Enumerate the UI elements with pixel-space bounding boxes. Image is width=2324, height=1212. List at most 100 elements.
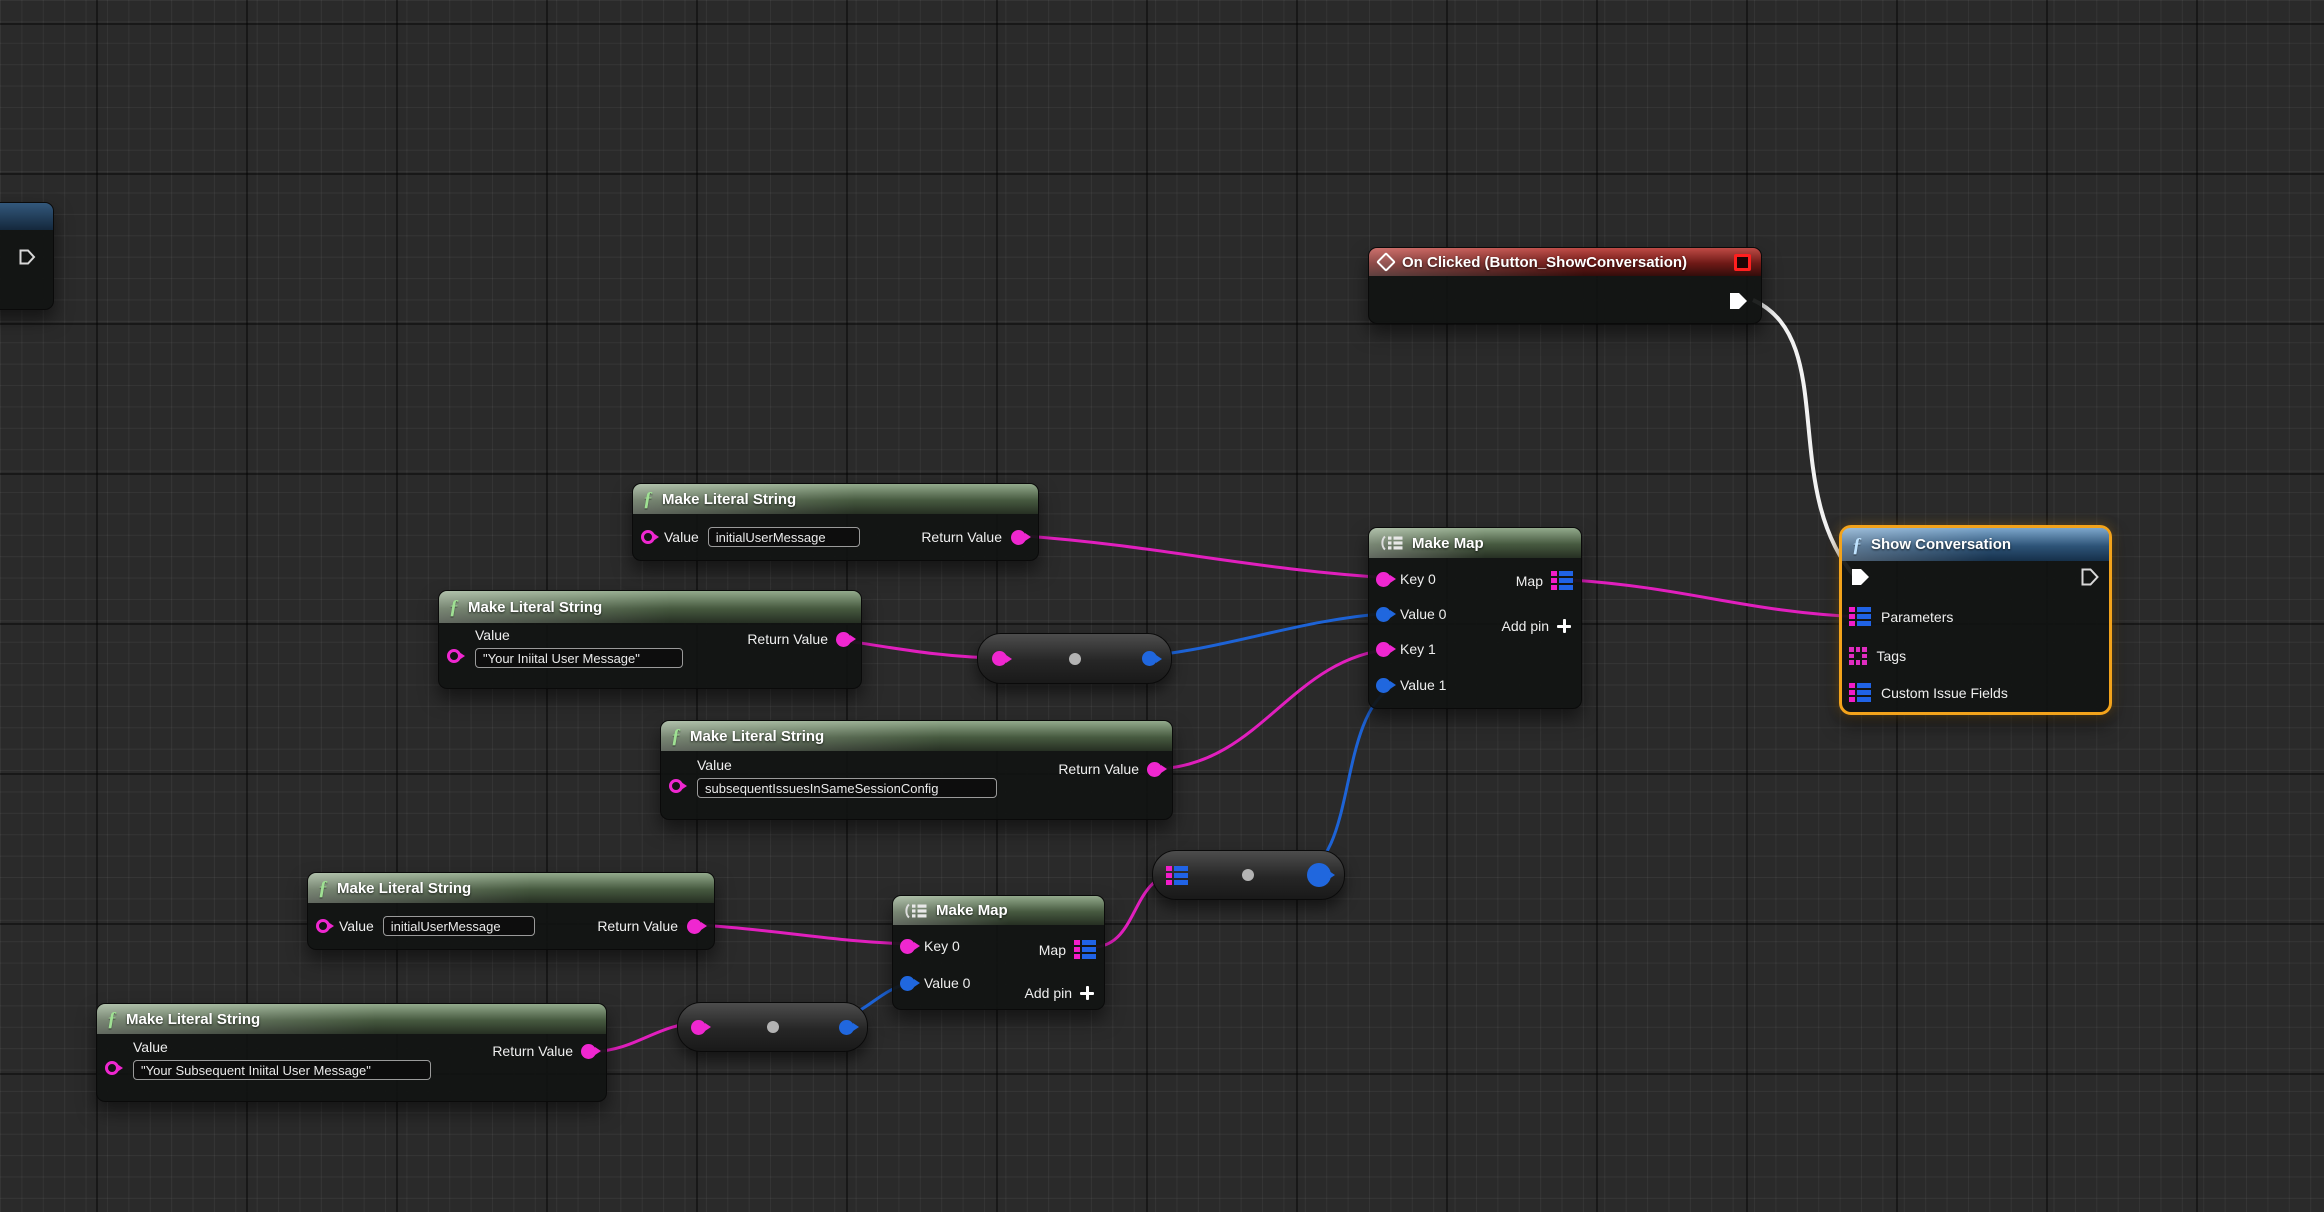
function-icon <box>671 726 681 746</box>
wire-string-mls4-to-map2-key0[interactable] <box>700 925 912 944</box>
node-make-map-2[interactable]: Make Map Key 0 Value 0 Map Add pin <box>892 895 1105 1010</box>
make-map-icon <box>903 903 927 919</box>
node-make-literal-string-5[interactable]: Make Literal String Value Return Value <box>96 1003 607 1102</box>
value-input[interactable] <box>383 916 535 936</box>
value-input-pin[interactable] <box>641 530 655 544</box>
node-title: Make Map <box>936 902 1008 919</box>
wire-object-conversion2-to-map1-value1[interactable] <box>1298 687 1392 874</box>
node-header[interactable]: Make Map <box>1369 528 1581 558</box>
custom-issue-fields-map-pin[interactable] <box>1849 683 1871 702</box>
value-input-pin[interactable] <box>447 649 461 663</box>
value-pin-label: Value <box>664 529 699 545</box>
tags-label: Tags <box>1877 648 1907 664</box>
node-make-map-1[interactable]: Make Map Key 0 Value 0 Key 1 Value 1 Map… <box>1368 527 1582 709</box>
key0-pin[interactable] <box>1376 572 1391 587</box>
node-make-literal-string-3[interactable]: Make Literal String Value Return Value <box>660 720 1173 820</box>
add-pin-button[interactable]: Add pin <box>1502 618 1571 634</box>
node-header[interactable]: Make Literal String <box>661 721 1172 751</box>
conversion-map-input-pin[interactable] <box>1166 866 1188 885</box>
make-map-icon <box>1379 535 1403 551</box>
add-pin-button[interactable]: Add pin <box>1025 985 1094 1001</box>
function-icon <box>318 878 328 898</box>
map-output-label: Map <box>1039 942 1066 958</box>
return-value-pin[interactable] <box>1147 762 1162 777</box>
exec-output-pin[interactable] <box>1728 291 1749 311</box>
node-header[interactable]: Make Literal String <box>308 873 714 903</box>
value1-pin[interactable] <box>1376 678 1391 693</box>
plus-icon <box>1557 619 1571 633</box>
conversion-output-pin[interactable] <box>839 1020 854 1035</box>
value-input-pin[interactable] <box>316 919 330 933</box>
value-input-pin[interactable] <box>105 1061 119 1075</box>
node-title: Make Literal String <box>690 728 824 745</box>
function-icon <box>449 597 459 617</box>
value-pin-label: Value <box>697 757 997 773</box>
exec-output-pin[interactable] <box>2080 567 2101 587</box>
key0-pin[interactable] <box>900 939 915 954</box>
wire-string-mls1-to-map1-key0[interactable] <box>1025 536 1392 578</box>
key1-pin[interactable] <box>1376 642 1391 657</box>
node-on-clicked-event[interactable]: On Clicked (Button_ShowConversation) <box>1368 247 1762 324</box>
plus-icon <box>1080 986 1094 1000</box>
value-input-pin[interactable] <box>669 779 683 793</box>
node-conversion-string-to-object-2[interactable] <box>677 1002 868 1052</box>
wire-map-map1-to-showconversation-parameters[interactable] <box>1572 580 1862 617</box>
value1-label: Value 1 <box>1400 677 1446 693</box>
custom-issue-fields-label: Custom Issue Fields <box>1881 685 2008 701</box>
node-title: Make Literal String <box>337 880 471 897</box>
node-show-conversation[interactable]: Show Conversation Parameters Tags Custom… <box>1839 525 2112 715</box>
tags-set-pin[interactable] <box>1849 647 1867 665</box>
return-value-pin[interactable] <box>581 1044 596 1059</box>
conversion-output-pin[interactable] <box>1142 651 1157 666</box>
return-value-pin[interactable] <box>836 632 851 647</box>
conversion-input-pin[interactable] <box>691 1020 706 1035</box>
value0-pin[interactable] <box>900 976 915 991</box>
node-make-literal-string-4[interactable]: Make Literal String Value Return Value <box>307 872 715 950</box>
exec-input-pin[interactable] <box>1850 567 1871 587</box>
parameters-map-pin[interactable] <box>1849 607 1871 626</box>
return-value-pin[interactable] <box>1011 530 1026 545</box>
return-value-label: Return Value <box>921 529 1002 545</box>
function-icon <box>643 489 653 509</box>
map-output-pin[interactable] <box>1074 940 1096 959</box>
node-title: Make Literal String <box>126 1011 260 1028</box>
node-header[interactable]: Make Literal String <box>97 1004 606 1034</box>
node-partial-offscreen[interactable] <box>0 202 54 310</box>
node-header[interactable]: Show Conversation <box>1842 528 2109 561</box>
value0-label: Value 0 <box>924 975 970 991</box>
node-header[interactable]: Make Literal String <box>439 591 861 623</box>
node-header[interactable]: Make Literal String <box>633 484 1038 514</box>
node-conversion-map-to-object[interactable] <box>1152 850 1345 900</box>
map-output-label: Map <box>1516 573 1543 589</box>
conversion-input-pin[interactable] <box>992 651 1007 666</box>
delegate-pin-icon[interactable] <box>1734 254 1751 271</box>
key1-label: Key 1 <box>1400 641 1436 657</box>
value0-pin[interactable] <box>1376 607 1391 622</box>
node-header[interactable]: Make Map <box>893 896 1104 925</box>
node-conversion-string-to-object-1[interactable] <box>977 633 1172 684</box>
value-input[interactable] <box>475 648 683 668</box>
add-pin-label: Add pin <box>1502 618 1549 634</box>
value-input[interactable] <box>133 1060 431 1080</box>
return-value-label: Return Value <box>747 631 828 647</box>
value-pin-label: Value <box>339 918 374 934</box>
node-header[interactable] <box>0 203 53 230</box>
node-title: Show Conversation <box>1871 536 2011 553</box>
map-output-pin[interactable] <box>1551 571 1573 590</box>
blueprint-graph-canvas[interactable]: { "editor": { "background_color": "#2a2a… <box>0 0 2324 1212</box>
value-input[interactable] <box>697 778 997 798</box>
node-header[interactable]: On Clicked (Button_ShowConversation) <box>1369 248 1761 276</box>
node-make-literal-string-2[interactable]: Make Literal String Value Return Value <box>438 590 862 689</box>
node-title: Make Literal String <box>468 599 602 616</box>
function-icon <box>107 1009 117 1029</box>
exec-output-pin[interactable] <box>18 248 37 266</box>
node-title: On Clicked (Button_ShowConversation) <box>1402 254 1687 271</box>
node-make-literal-string-1[interactable]: Make Literal String Value Return Value <box>632 483 1039 561</box>
add-pin-label: Add pin <box>1025 985 1072 1001</box>
return-value-label: Return Value <box>597 918 678 934</box>
event-icon <box>1376 252 1396 272</box>
conversion-output-pin[interactable] <box>1307 863 1331 887</box>
value-input[interactable] <box>708 527 860 547</box>
return-value-pin[interactable] <box>687 919 702 934</box>
conversion-icon <box>1242 869 1254 881</box>
